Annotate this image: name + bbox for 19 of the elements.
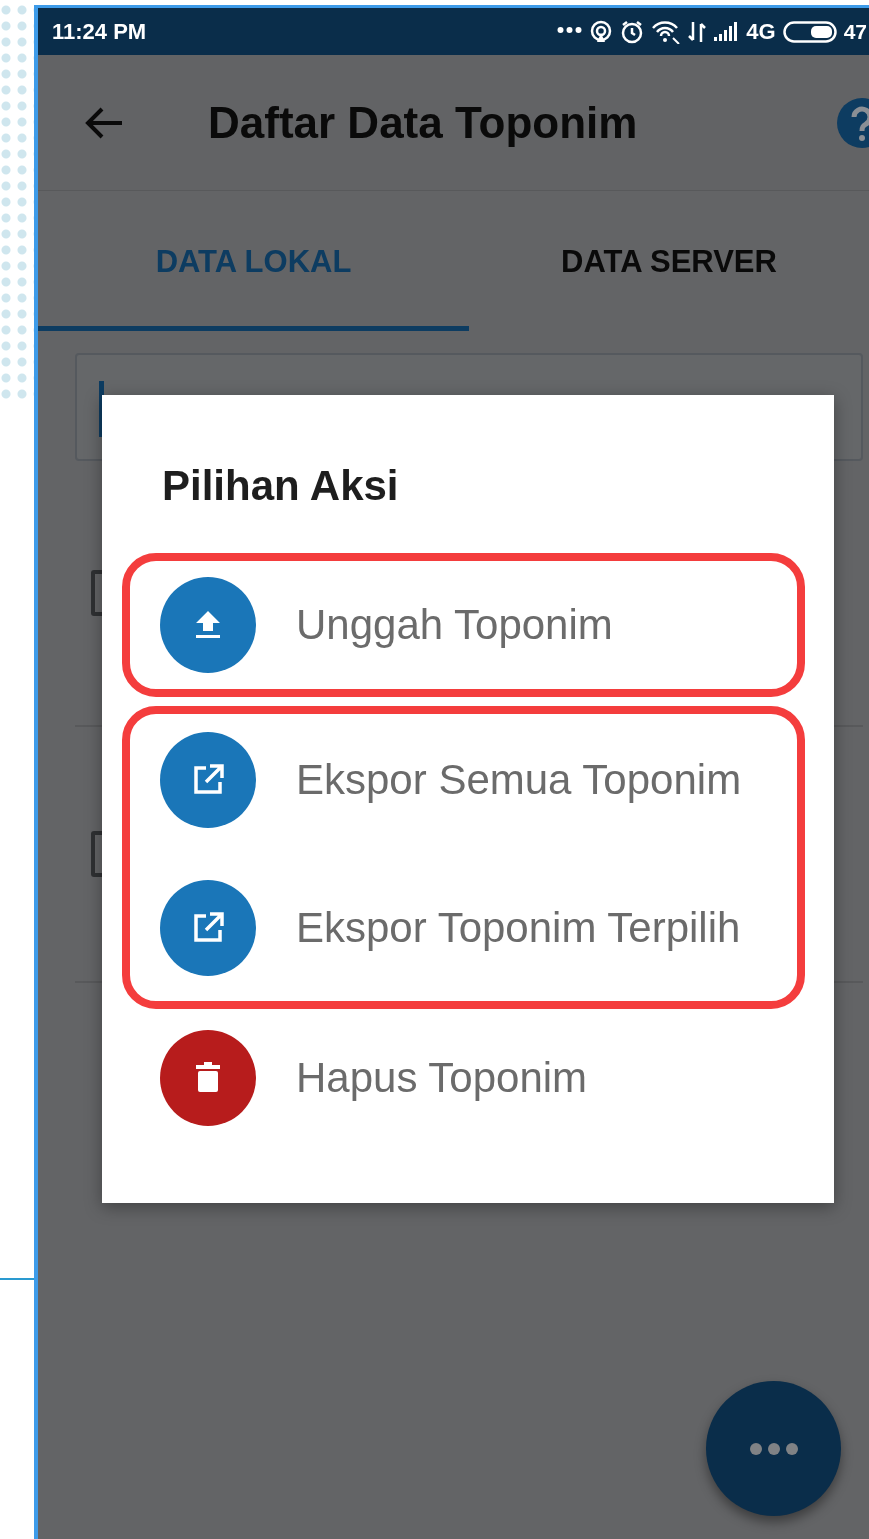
battery-level: 47 — [843, 19, 867, 44]
back-arrow-icon[interactable] — [84, 105, 124, 140]
more-dots-icon — [748, 1441, 799, 1456]
menu-item[interactable]: Unggah Toponim — [160, 577, 797, 673]
more-dots-icon — [557, 26, 583, 33]
network-label: 4G — [746, 18, 776, 45]
hotspot-icon — [589, 19, 614, 44]
menu-item[interactable]: Ekspor Semua Toponim — [160, 732, 797, 828]
menu-item[interactable]: Hapus Toponim — [160, 1030, 797, 1126]
dialog-title: Pilihan Aksi — [162, 461, 400, 511]
battery-icon — [782, 20, 837, 43]
screen-title: Daftar Data Toponim — [208, 97, 639, 148]
menu-item[interactable]: Ekspor Toponim Terpilih — [160, 880, 797, 976]
status-time: 11:24 PM — [52, 18, 147, 45]
data-arrows-icon — [688, 19, 707, 44]
signal-icon — [713, 20, 740, 43]
wifi-icon — [651, 19, 682, 44]
alarm-icon — [620, 19, 645, 44]
tab[interactable]: DATA SERVER — [469, 191, 869, 331]
